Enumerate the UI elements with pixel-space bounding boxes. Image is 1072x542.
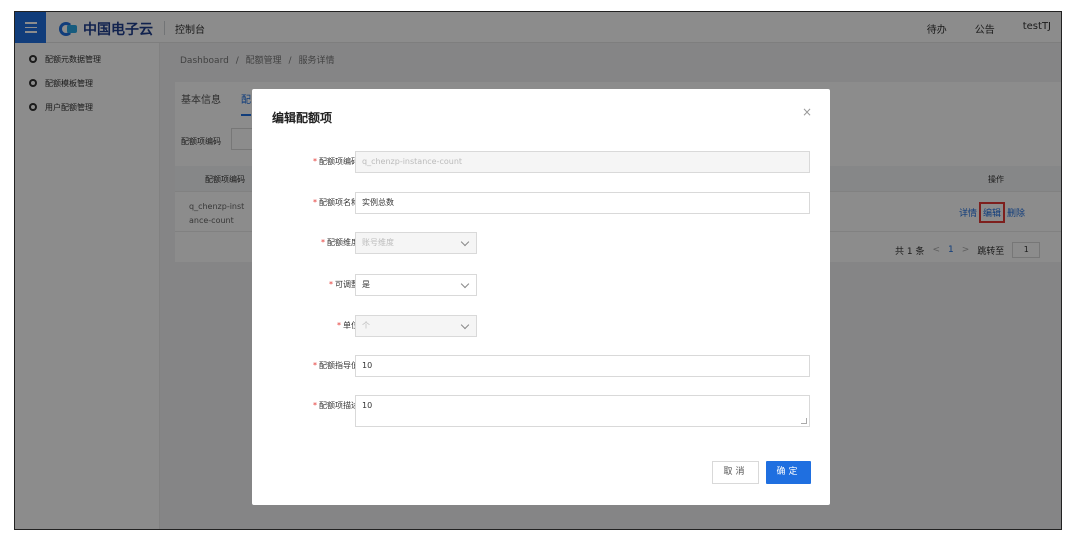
- field-label: * 配额项编码: [313, 156, 359, 167]
- field-label: * 配额维度: [321, 237, 359, 248]
- required-mark: *: [337, 321, 341, 330]
- resize-handle-icon[interactable]: [801, 418, 807, 424]
- field-label-text: 配额项名称: [319, 198, 359, 207]
- required-mark: *: [313, 157, 317, 166]
- field-label: * 配额指导值: [313, 360, 359, 371]
- description-value: 10: [362, 401, 373, 410]
- unit-select-value: 个: [362, 321, 370, 330]
- dimension-select-value: 账号维度: [362, 238, 394, 247]
- form-row-adjustable: * 可调整 是: [252, 274, 830, 296]
- required-mark: *: [313, 198, 317, 207]
- required-mark: *: [313, 401, 317, 410]
- dimension-select[interactable]: 账号维度: [355, 232, 477, 254]
- field-label-text: 配额项编码: [319, 157, 359, 166]
- chevron-down-icon: [460, 279, 470, 289]
- field-label: * 配额项描述: [313, 400, 359, 411]
- form-row-desc: * 配额项描述 10: [252, 395, 830, 427]
- required-mark: *: [321, 238, 325, 247]
- field-label-text: 配额指导值: [319, 361, 359, 370]
- dialog-title: 编辑配额项: [272, 111, 333, 125]
- edit-quota-dialog: 编辑配额项 × * 配额项编码 q_chenzp-instance-count *…: [252, 89, 830, 505]
- unit-select[interactable]: 个: [355, 315, 477, 337]
- form-row-unit: * 单位 个: [252, 315, 830, 337]
- description-textarea[interactable]: 10: [355, 395, 810, 427]
- chevron-down-icon: [460, 320, 470, 330]
- close-icon[interactable]: ×: [802, 105, 812, 119]
- required-mark: *: [329, 280, 333, 289]
- guide-value-field[interactable]: 10: [355, 355, 810, 377]
- chevron-down-icon: [460, 237, 470, 247]
- app-frame: 中国电子云 控制台 待办 公告 testTJ 配额元数据管理 配额模板管理 用户…: [14, 11, 1062, 530]
- adjustable-select-value: 是: [362, 280, 370, 289]
- required-mark: *: [313, 361, 317, 370]
- form-row-code: * 配额项编码 q_chenzp-instance-count: [252, 151, 830, 173]
- cancel-button[interactable]: 取消: [712, 461, 759, 484]
- confirm-button[interactable]: 确定: [766, 461, 811, 484]
- code-field[interactable]: q_chenzp-instance-count: [355, 151, 810, 173]
- adjustable-select[interactable]: 是: [355, 274, 477, 296]
- form-row-guide: * 配额指导值 10: [252, 355, 830, 377]
- form-row-dimension: * 配额维度 账号维度: [252, 232, 830, 254]
- field-label: * 配额项名称: [313, 197, 359, 208]
- form-row-name: * 配额项名称 实例总数: [252, 192, 830, 214]
- name-field[interactable]: 实例总数: [355, 192, 810, 214]
- field-label-text: 配额项描述: [319, 401, 359, 410]
